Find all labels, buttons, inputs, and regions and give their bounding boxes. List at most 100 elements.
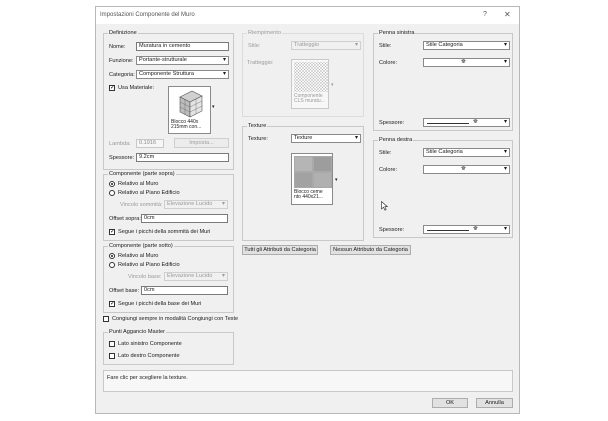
anchor-left-checkbox[interactable] [109, 341, 115, 347]
texture-value: Texture [294, 135, 313, 141]
hatch-tile: Componente CLS muratu... [291, 59, 329, 109]
hatching-legend: Riempimento [247, 30, 282, 36]
chevron-down-icon: ▾ [503, 42, 507, 48]
upper-constraint-value: Elevazione Lucido [167, 201, 213, 207]
mouse-cursor-icon [381, 201, 388, 211]
lower-offset-label: Offset base: [109, 288, 140, 294]
upper-constraint-label: Vincolo sommità: [120, 202, 163, 208]
material-menu-arrow-icon[interactable]: ▾ [212, 104, 215, 110]
function-select[interactable]: Portante-strutturale ▾ [136, 56, 229, 65]
dialog-title: Impostazioni Componente del Muro [100, 12, 195, 18]
close-button[interactable]: ✕ [504, 10, 511, 19]
left-pen-legend: Penna sinistra [378, 30, 416, 36]
anchor-left-label: Lato sinistro Componente [118, 341, 182, 347]
lower-follow-peaks-checkbox[interactable]: ✓ [109, 301, 115, 307]
right-pen-style-select[interactable]: Stile Categoria ▾ [423, 148, 510, 157]
material-tile-caption: Blocco 440x 215mm con... [171, 119, 202, 131]
settings-button: Imposta... [174, 138, 229, 148]
upper-relative-floor-radio[interactable] [109, 190, 115, 196]
help-button[interactable]: ? [483, 11, 487, 18]
hatch-label: Tratteggio: [247, 60, 274, 66]
lower-follow-peaks-label: Segue i picchi della base dei Muri [118, 301, 202, 307]
chevron-down-icon: ▾ [503, 59, 507, 65]
lambda-field: 0.1916 [136, 139, 164, 148]
upper-relative-wall-label: Relativo al Muro [118, 181, 159, 187]
lower-relative-floor-radio[interactable] [109, 262, 115, 268]
texture-preview [294, 156, 332, 188]
anchor-legend: Punti Aggancio Master [108, 329, 166, 335]
category-select[interactable]: Componente Struttura ▾ [136, 70, 229, 79]
right-pen-style-value: Stile Categoria [426, 149, 463, 155]
lower-relative-wall-radio[interactable] [109, 253, 115, 259]
paint-bucket-icon: ⛯ [473, 226, 478, 232]
function-value: Portante-strutturale [139, 57, 187, 63]
cancel-button[interactable]: Annulla [476, 398, 513, 408]
crosshatch-preview [294, 62, 328, 92]
texture-tile[interactable]: Blocco ceme nto 440x21... [291, 153, 333, 205]
master-anchor-group: Punti Aggancio Master Lato sinistro Comp… [103, 329, 234, 365]
texture-select[interactable]: Texture ▾ [291, 134, 361, 143]
lower-constraint-select: Elevazione Lucido ▾ [164, 272, 228, 281]
lower-legend: Componente (parte sotto) [108, 243, 174, 249]
right-pen-group: Penna destra Stile: Stile Categoria ▾ Co… [373, 137, 513, 238]
category-label: Categoria: [109, 72, 135, 78]
hatching-style-value: Tratteggio [294, 42, 319, 48]
chevron-down-icon: ▾ [503, 226, 507, 232]
info-bar: Fare clic per scegliere la texture. [103, 370, 513, 392]
title-bar: Impostazioni Componente del Muro ? ✕ [96, 7, 519, 24]
left-pen-color-select[interactable]: ⛯ ▾ [423, 58, 510, 67]
left-pen-style-value: Stile Categoria [426, 42, 463, 48]
upper-offset-field[interactable]: 0cm [141, 214, 228, 223]
pen-line-preview [427, 230, 469, 231]
join-heads-label: Congiungi sempre in modalità Congiungi c… [112, 316, 239, 322]
chevron-down-icon: ▾ [503, 166, 507, 172]
left-pen-thickness-select[interactable]: ⛯ ▾ [423, 118, 510, 127]
lower-component-group: Componente (parte sotto) Relativo al Mur… [103, 243, 234, 313]
chevron-down-icon: ▾ [503, 119, 507, 125]
checkmark-icon: ✓ [110, 229, 116, 235]
paint-bucket-icon: ⛯ [461, 166, 466, 172]
name-field[interactable]: Muratura in cemento [136, 42, 229, 51]
chevron-down-icon: ▾ [354, 135, 358, 141]
all-attributes-from-category-button[interactable]: Tutti gli Attributi da Categoria [242, 245, 318, 255]
left-pen-color-label: Colore: [379, 60, 398, 66]
use-material-label: Usa Materiale: [118, 85, 155, 91]
name-label: Nome: [109, 44, 126, 50]
no-attributes-from-category-button[interactable]: Nessun Attributo da Categoria [330, 245, 411, 255]
join-heads-checkbox[interactable] [103, 316, 109, 322]
ok-button[interactable]: OK [432, 398, 468, 408]
lower-offset-field[interactable]: 0cm [141, 286, 228, 295]
upper-legend: Componente (parte sopra) [108, 171, 176, 177]
lower-relative-floor-label: Relativo al Piano Edificio [118, 262, 180, 268]
texture-tile-caption: Blocco ceme nto 440x21... [294, 189, 323, 201]
upper-offset-label: Offset sopra: [109, 216, 141, 222]
info-text: Fare clic per scegliere la texture. [107, 375, 188, 381]
chevron-down-icon: ▾ [354, 42, 358, 48]
use-material-checkbox[interactable]: ✓ [109, 85, 115, 91]
anchor-right-label: Lato destro Componente [118, 353, 180, 359]
category-value: Componente Struttura [139, 71, 195, 77]
paint-bucket-icon: ⛯ [473, 119, 478, 125]
upper-follow-peaks-checkbox[interactable]: ✓ [109, 229, 115, 235]
hatching-style-select: Tratteggio ▾ [291, 41, 361, 50]
texture-label: Texture: [248, 136, 268, 142]
left-pen-group: Penna sinistra Stile: Stile Categoria ▾ … [373, 30, 513, 131]
anchor-right-checkbox[interactable] [109, 353, 115, 359]
right-pen-thickness-select[interactable]: ⛯ ▾ [423, 225, 510, 234]
texture-legend: Texture [247, 123, 268, 129]
right-pen-color-select[interactable]: ⛯ ▾ [423, 165, 510, 174]
wall-component-settings-dialog: Impostazioni Componente del Muro ? ✕ Def… [95, 6, 520, 414]
left-pen-thickness-label: Spessore: [379, 120, 405, 126]
chevron-down-icon: ▾ [222, 57, 226, 63]
left-pen-style-select[interactable]: Stile Categoria ▾ [423, 41, 510, 50]
chevron-down-icon: ▾ [222, 71, 226, 77]
hatching-group: Riempimento Stile: Tratteggio ▾ Trattegg… [242, 30, 364, 117]
texture-menu-arrow-icon[interactable]: ▾ [335, 177, 338, 183]
hatch-menu-arrow-icon: ▾ [331, 82, 334, 88]
texture-group: Texture Texture: Texture ▾ Blocco ceme n… [242, 123, 364, 241]
material-tile[interactable]: Blocco 440x 215mm con... [168, 86, 211, 134]
lower-constraint-value: Elevazione Lucido [167, 273, 213, 279]
upper-relative-wall-radio[interactable] [109, 181, 115, 187]
thickness-field[interactable]: 9.2cm [136, 153, 229, 162]
definition-legend: Definizione [108, 30, 138, 36]
